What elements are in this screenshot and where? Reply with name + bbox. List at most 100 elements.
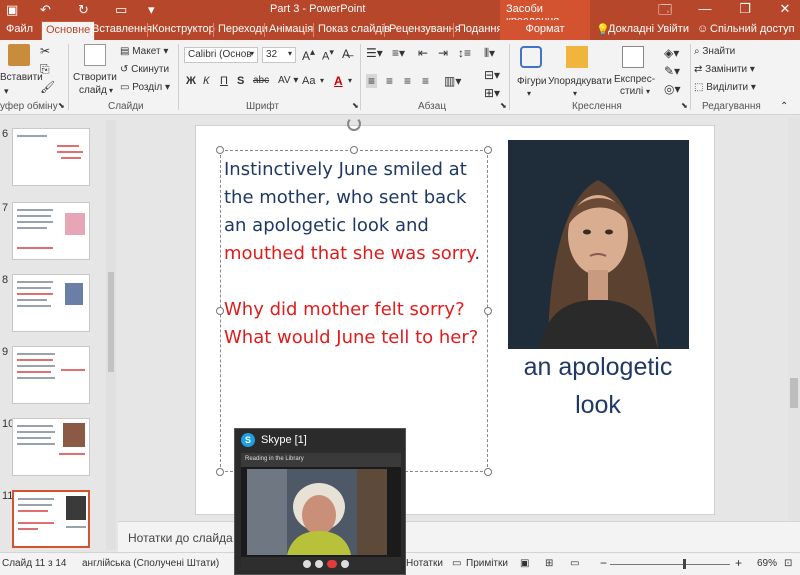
layout-button[interactable]: ▤ Макет ▾ (120, 46, 168, 57)
arrange-button[interactable]: Упорядкувати (548, 76, 612, 87)
zoom-in-icon[interactable]: + (735, 556, 742, 570)
thumbnails-scrollbar[interactable] (106, 120, 116, 550)
tab-review[interactable]: Рецензування (389, 23, 461, 35)
arrange-dropdown-icon[interactable]: ▾ (573, 89, 577, 98)
skype-call-controls[interactable] (241, 557, 401, 571)
increase-indent-icon[interactable]: ⇥ (438, 46, 448, 60)
arrange-icon[interactable] (566, 46, 588, 68)
tab-view[interactable]: Подання (458, 23, 502, 35)
fit-slide-icon[interactable]: ⊡ (784, 558, 792, 569)
font-color-dropdown-icon[interactable]: ▾ (348, 76, 352, 85)
paste-dropdown-icon[interactable]: ▾ (4, 86, 9, 97)
format-painter-icon[interactable]: 🖌 (40, 80, 55, 94)
select-button[interactable]: ⬚ Виділити ▾ (694, 82, 756, 93)
notes-toggle[interactable]: Нотатки (406, 558, 443, 569)
minimize-button[interactable]: — (690, 1, 720, 16)
italic-button[interactable]: К (203, 75, 209, 87)
customize-qa-icon[interactable]: ▾ (148, 2, 155, 18)
align-left-icon[interactable]: ≡ (366, 74, 378, 88)
zoom-out-icon[interactable]: − (600, 556, 607, 570)
resize-handle[interactable] (216, 468, 224, 476)
tell-me-search[interactable]: Докладні (608, 23, 654, 35)
slide-thumbnail-9[interactable] (12, 346, 90, 404)
skype-call-view[interactable]: Reading in the Library (241, 453, 401, 571)
shape-outline-icon[interactable]: ✎▾ (664, 64, 680, 78)
find-button[interactable]: ⌕ Знайти (694, 46, 735, 57)
present-icon[interactable]: ▭ (115, 2, 127, 18)
columns-icon[interactable]: ▥▾ (444, 74, 461, 88)
new-slide-label-2[interactable]: слайд (79, 85, 107, 96)
comments-icon[interactable]: ▭ (452, 558, 461, 569)
undo-icon[interactable]: ↶ (40, 2, 51, 18)
close-button[interactable]: ✕ (770, 1, 800, 17)
copy-icon[interactable]: ⎘ (40, 62, 50, 77)
hangup-icon[interactable] (327, 560, 337, 568)
tab-file[interactable]: Файл (6, 23, 33, 35)
shape-effects-icon[interactable]: ◎▾ (664, 82, 681, 96)
paragraph-dialog-icon[interactable]: ⬊ (500, 101, 507, 110)
paste-icon[interactable] (8, 44, 30, 66)
resize-handle[interactable] (484, 468, 492, 476)
bullets-icon[interactable]: ☰▾ (366, 46, 383, 60)
change-case-button[interactable]: Aa (302, 75, 315, 87)
smartart-icon[interactable]: ⊞▾ (484, 86, 500, 100)
shape-fill-icon[interactable]: ◈▾ (664, 46, 679, 60)
save-icon[interactable]: ▣ (6, 2, 18, 18)
zoom-slider[interactable] (610, 564, 730, 565)
text-direction-icon[interactable]: ⫴▾ (484, 46, 495, 61)
underline-button[interactable]: П (220, 75, 228, 87)
char-spacing-icon[interactable]: AV ▾ (278, 75, 298, 86)
zoom-slider-knob[interactable] (683, 559, 686, 569)
slide-thumbnail-6[interactable] (12, 128, 90, 186)
shadow-button[interactable]: S (237, 75, 244, 87)
tab-design[interactable]: Конструктор (152, 23, 215, 35)
quick-styles-button[interactable]: Експрес- (614, 74, 655, 85)
share-button[interactable]: Спільний доступ (710, 23, 795, 35)
more-icon[interactable] (341, 560, 349, 568)
video-icon[interactable] (315, 560, 323, 568)
align-center-icon[interactable]: ≡ (386, 74, 393, 88)
tab-format[interactable]: Формат (500, 20, 590, 40)
reset-button[interactable]: ↺ Скинути (120, 64, 169, 75)
font-name-box[interactable]: Calibri (Основ (184, 47, 258, 63)
resize-handle[interactable] (216, 146, 224, 154)
quick-styles-label-2[interactable]: стилі (620, 86, 643, 97)
slide-thumbnail-8[interactable] (12, 274, 90, 332)
resize-handle[interactable] (350, 146, 358, 154)
replace-button[interactable]: ⇄ Замінити ▾ (694, 64, 755, 75)
cut-icon[interactable]: ✂ (40, 44, 50, 58)
normal-view-icon[interactable]: ▣ (520, 558, 529, 569)
comments-toggle[interactable]: Примітки (466, 558, 508, 569)
reading-view-icon[interactable]: ▭ (570, 558, 579, 569)
tab-transitions[interactable]: Переходи (218, 23, 268, 35)
numbering-icon[interactable]: ≡▾ (392, 46, 405, 60)
slide-body-text[interactable]: Instinctively June smiled at the mother,… (224, 156, 486, 352)
zoom-level[interactable]: 69% (757, 558, 777, 569)
slide-thumbnail-11[interactable] (12, 490, 90, 548)
quick-styles-icon[interactable] (622, 46, 644, 68)
slide-scrollbar[interactable] (788, 118, 800, 528)
redo-icon[interactable]: ↻ (78, 2, 89, 18)
shapes-dropdown-icon[interactable]: ▾ (527, 89, 531, 98)
skype-window[interactable]: S Skype [1] Reading in the Library (234, 428, 406, 575)
justify-icon[interactable]: ≡ (422, 74, 429, 88)
align-text-icon[interactable]: ⊟▾ (484, 68, 500, 82)
quick-styles-dropdown-icon[interactable]: ▾ (646, 87, 650, 96)
language-indicator[interactable]: англійська (Сполучені Штати) (82, 558, 219, 569)
shrink-font-icon[interactable]: A▾ (322, 47, 334, 63)
slide-sorter-icon[interactable]: ⊞ (545, 558, 553, 569)
new-slide-dropdown-icon[interactable]: ▾ (109, 86, 113, 95)
collapse-ribbon-icon[interactable]: ⌃ (780, 101, 788, 112)
slide-thumbnail-10[interactable] (12, 418, 90, 476)
shapes-button[interactable]: Фігури (517, 76, 547, 87)
font-name-dropdown-icon[interactable]: ▾ (250, 49, 254, 58)
align-right-icon[interactable]: ≡ (404, 74, 411, 88)
slide-thumbnail-7[interactable] (12, 202, 90, 260)
font-dialog-icon[interactable]: ⬊ (352, 101, 359, 110)
resize-handle[interactable] (484, 146, 492, 154)
line-spacing-icon[interactable]: ↕≡ (458, 46, 471, 60)
drawing-dialog-icon[interactable]: ⬊ (681, 101, 688, 110)
sign-in-link[interactable]: Увійти (657, 23, 689, 35)
font-color-icon[interactable]: A (334, 74, 343, 88)
clear-format-icon[interactable]: A̶ (342, 47, 350, 61)
